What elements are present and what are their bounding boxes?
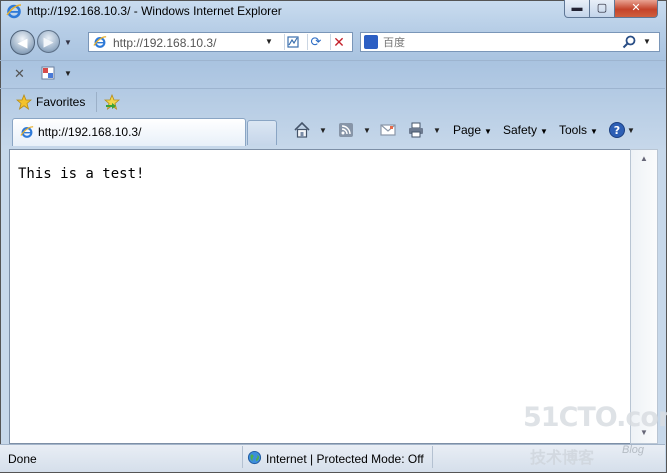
ie-page-icon	[20, 126, 34, 138]
search-options-chevron-down-icon[interactable]: ▼	[643, 37, 651, 46]
compatibility-view-icon[interactable]	[284, 34, 301, 50]
close-toolbar-icon[interactable]: ✕	[14, 66, 25, 82]
watermark-logo: 51CTO.com	[523, 402, 667, 433]
tools-chevron-down-icon: ▼	[590, 127, 598, 136]
security-zone-label[interactable]: Internet | Protected Mode: Off	[266, 452, 424, 466]
watermark-subtitle: 技术博客	[530, 448, 595, 467]
scroll-up-arrow-icon[interactable]: ▲	[631, 151, 657, 167]
ie-logo-icon	[6, 4, 22, 19]
addon-bar	[0, 60, 665, 89]
baidu-logo-icon	[364, 35, 378, 49]
favorites-divider	[96, 92, 97, 112]
search-box[interactable]: ▼	[360, 32, 660, 52]
feeds-chevron-down-icon[interactable]: ▼	[363, 126, 371, 135]
page-menu[interactable]: Page ▼	[453, 123, 492, 137]
watermark-blog: Blog	[622, 444, 645, 456]
tools-menu[interactable]: Tools ▼	[559, 123, 598, 137]
safety-menu[interactable]: Safety ▼	[503, 123, 548, 137]
back-arrow-icon: ◀	[17, 34, 28, 50]
page-text: This is a test!	[18, 166, 145, 182]
tab-current-page[interactable]: http://192.168.10.3/	[12, 118, 246, 146]
search-input[interactable]	[383, 34, 613, 50]
page-chevron-down-icon: ▼	[484, 127, 492, 136]
home-icon[interactable]	[293, 121, 311, 139]
home-chevron-down-icon[interactable]: ▼	[319, 126, 327, 135]
stop-icon[interactable]: ✕	[330, 34, 347, 50]
address-url[interactable]: http://192.168.10.3/	[113, 36, 216, 50]
forward-button[interactable]: ▶	[37, 30, 60, 53]
vertical-scrollbar[interactable]: ▲ ▼	[630, 149, 658, 444]
status-divider	[432, 446, 433, 468]
print-icon[interactable]	[407, 121, 425, 139]
safety-chevron-down-icon: ▼	[540, 127, 548, 136]
search-icon[interactable]	[621, 34, 637, 50]
tab-label: http://192.168.10.3/	[38, 125, 142, 139]
status-divider	[242, 446, 243, 468]
help-chevron-down-icon[interactable]: ▼	[627, 126, 635, 135]
addon-icon[interactable]	[40, 65, 56, 81]
page-content	[9, 149, 630, 444]
page-menu-label: Page	[453, 123, 482, 137]
addon-chevron-down-icon[interactable]: ▼	[64, 69, 72, 78]
safety-menu-label: Safety	[503, 123, 538, 137]
back-button[interactable]: ◀	[10, 30, 35, 55]
address-bar[interactable]: http://192.168.10.3/ ▼ ⟳ ✕	[88, 32, 353, 52]
add-to-favorites-bar-icon[interactable]	[104, 94, 120, 110]
internet-zone-globe-icon[interactable]	[247, 450, 262, 465]
window-title: http://192.168.10.3/ - Windows Internet …	[27, 4, 282, 18]
read-mail-icon[interactable]	[379, 121, 397, 139]
feeds-icon[interactable]	[337, 121, 355, 139]
favorites-star-icon[interactable]	[16, 94, 32, 110]
tools-menu-label: Tools	[559, 123, 588, 137]
close-button[interactable]: ✕	[614, 0, 658, 18]
help-icon[interactable]: ?	[608, 121, 626, 139]
minimize-button[interactable]: ▬	[564, 0, 590, 18]
forward-arrow-icon: ▶	[43, 33, 54, 49]
favorites-label[interactable]: Favorites	[36, 95, 85, 109]
new-tab-button[interactable]	[247, 120, 277, 145]
print-chevron-down-icon[interactable]: ▼	[433, 126, 441, 135]
ie-page-icon	[93, 36, 107, 48]
svg-text:?: ?	[614, 124, 620, 137]
status-text: Done	[8, 452, 37, 466]
favorites-bar	[0, 88, 665, 117]
recent-pages-chevron-down-icon[interactable]: ▼	[64, 38, 72, 47]
maximize-button[interactable]: ▢	[589, 0, 615, 18]
address-dropdown-chevron-down-icon[interactable]: ▼	[265, 37, 273, 46]
refresh-icon[interactable]: ⟳	[307, 34, 324, 50]
